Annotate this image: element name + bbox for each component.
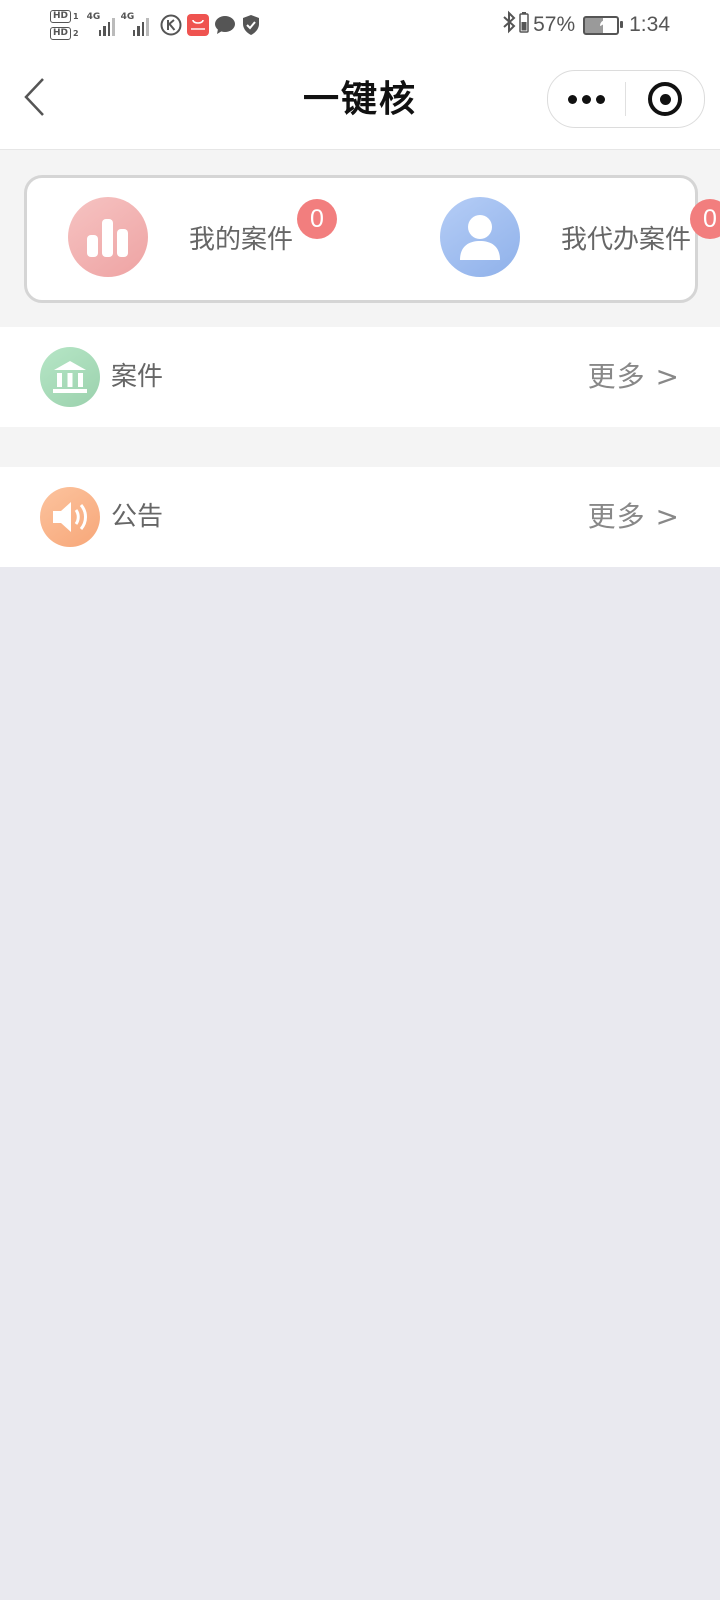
signal-bars-1-icon xyxy=(98,18,115,36)
my-cases-entry[interactable]: 我的案件 xyxy=(68,197,293,277)
status-bar: HD 1 HD 2 4G 4G 57% 1:34 xyxy=(0,0,720,50)
speaker-icon xyxy=(40,487,100,547)
battery-percent: 57% xyxy=(533,13,576,36)
hd-label-2: HD xyxy=(50,27,72,40)
user-icon xyxy=(440,197,520,277)
bar-chart-icon xyxy=(68,197,148,277)
k-app-icon xyxy=(160,14,182,36)
summary-card: 我的案件 0 我代办案件 0 xyxy=(24,175,720,303)
signal-2: 4G xyxy=(120,12,149,36)
hd-indicators: HD 1 HD 2 xyxy=(50,10,79,40)
bluetooth-icon xyxy=(502,10,516,40)
network-type-1: 4G xyxy=(86,12,101,22)
clock: 1:34 xyxy=(629,13,670,36)
summary-area: 我的案件 0 我代办案件 0 xyxy=(0,150,720,327)
status-left: HD 1 HD 2 4G 4G xyxy=(50,6,261,44)
hd-sub-1: 1 xyxy=(73,12,79,21)
hd-sub-2: 2 xyxy=(73,29,79,38)
proxy-cases-entry[interactable]: 我代办案件 xyxy=(440,197,691,277)
more-dots-icon xyxy=(568,94,605,104)
battery-icon xyxy=(583,15,624,35)
shield-icon xyxy=(241,14,261,36)
signal-bars-2-icon xyxy=(132,18,149,36)
proxy-cases-count-badge: 0 xyxy=(690,199,720,239)
cases-section-title: 案件 xyxy=(111,362,164,392)
nav-bar: 一键核 xyxy=(0,50,720,150)
small-battery-icon xyxy=(519,11,529,39)
more-button[interactable] xyxy=(548,71,625,127)
huawei-store-icon xyxy=(186,14,209,36)
hd-indicator-1: HD 1 xyxy=(50,10,79,23)
proxy-cases-label: 我代办案件 xyxy=(561,224,692,255)
notices-section: 公告 更多 > xyxy=(0,467,720,567)
close-mini-program-button[interactable] xyxy=(626,71,704,127)
section-divider xyxy=(0,427,720,467)
target-close-icon xyxy=(648,82,682,116)
notices-section-title: 公告 xyxy=(111,502,164,532)
my-cases-count-badge: 0 xyxy=(297,199,337,239)
signal-1: 4G xyxy=(86,12,115,36)
hd-label-1: HD xyxy=(50,10,72,23)
notices-more-link[interactable]: 更多 > xyxy=(588,467,680,567)
hd-indicator-2: HD 2 xyxy=(50,27,79,40)
empty-content-area xyxy=(0,567,720,1600)
chat-bubble-icon xyxy=(214,15,236,35)
cases-more-link[interactable]: 更多 > xyxy=(588,327,680,427)
bank-building-icon xyxy=(40,347,100,407)
status-right: 57% 1:34 xyxy=(502,0,670,50)
network-type-2: 4G xyxy=(120,12,135,22)
my-cases-label: 我的案件 xyxy=(189,224,294,255)
cases-section: 案件 更多 > xyxy=(0,327,720,427)
mini-program-capsule xyxy=(547,70,705,128)
